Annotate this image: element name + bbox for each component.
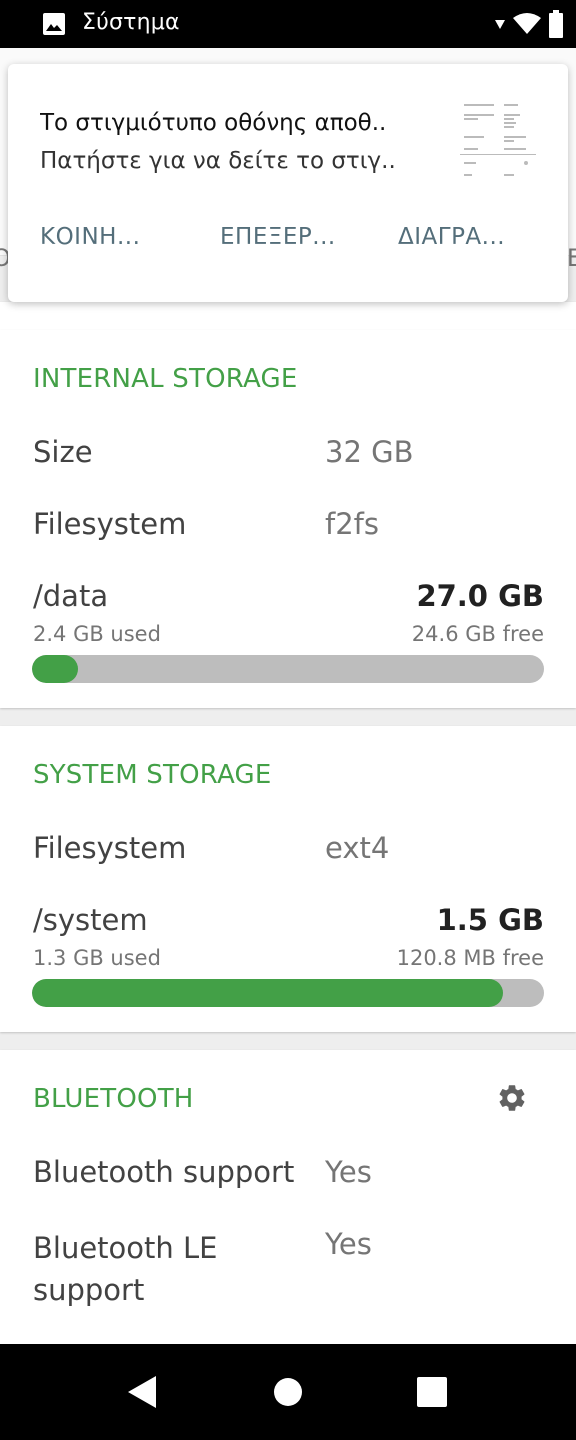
wifi-icon — [513, 13, 541, 34]
status-title: Σύστημα — [82, 10, 180, 35]
navigation-bar — [0, 1344, 576, 1440]
share-action-button[interactable]: ΚΟΙΝΗ... — [40, 224, 140, 250]
system-usage-fill — [32, 979, 504, 1007]
system-mount-total: 1.5 GB — [436, 903, 544, 937]
bluetooth-card: BLUETOOTH Bluetooth support Yes Bluetoot… — [0, 1050, 576, 1344]
tab-peek-right[interactable]: E — [567, 244, 576, 272]
filesystem-label: Filesystem — [33, 507, 187, 541]
bluetooth-support-label: Bluetooth support — [33, 1155, 295, 1189]
data-usage-fill — [32, 655, 79, 683]
home-icon[interactable] — [272, 1374, 304, 1410]
system-storage-header: SYSTEM STORAGE — [33, 760, 272, 790]
signal-arrow-icon — [495, 20, 505, 29]
battery-icon — [549, 10, 563, 38]
system-filesystem-value: ext4 — [325, 831, 390, 865]
data-mount-free: 24.6 GB free — [411, 622, 544, 646]
bluetooth-le-value: Yes — [325, 1227, 372, 1261]
screenshot-notification[interactable]: Το στιγμιότυπο οθόνης αποθ.. Πατήστε για… — [8, 64, 568, 302]
size-label: Size — [33, 435, 93, 469]
bluetooth-le-label: Bluetooth LE support — [33, 1231, 218, 1307]
system-storage-card: SYSTEM STORAGE Filesystem ext4 /system 1… — [0, 726, 576, 1032]
internal-storage-card: INTERNAL STORAGE Size 32 GB Filesystem f… — [0, 330, 576, 708]
notification-actions: ΚΟΙΝΗ... ΕΠΕΞΕΡ... ΔΙΑΓΡΑ... — [8, 224, 568, 264]
bluetooth-support-value: Yes — [325, 1155, 372, 1189]
data-mount-name: /data — [33, 579, 109, 613]
image-icon — [43, 13, 65, 35]
previous-card — [0, 302, 576, 330]
delete-action-button[interactable]: ΔΙΑΓΡΑ... — [398, 224, 505, 250]
gear-icon[interactable] — [496, 1082, 528, 1114]
status-icons — [494, 10, 564, 38]
size-value: 32 GB — [325, 435, 414, 469]
screenshot-thumbnail — [460, 98, 542, 178]
system-mount-free: 120.8 MB free — [396, 946, 544, 970]
internal-storage-header: INTERNAL STORAGE — [33, 364, 298, 394]
status-bar: Σύστημα — [0, 0, 576, 48]
system-filesystem-label: Filesystem — [33, 831, 187, 865]
notification-text: Πατήστε για να δείτε το στιγ.. — [40, 148, 396, 174]
edit-action-button[interactable]: ΕΠΕΞΕΡ... — [220, 224, 336, 250]
data-mount-used: 2.4 GB used — [33, 622, 161, 646]
bluetooth-header: BLUETOOTH — [33, 1084, 194, 1114]
back-icon[interactable] — [126, 1374, 158, 1410]
data-mount-total: 27.0 GB — [416, 579, 544, 613]
filesystem-value: f2fs — [325, 507, 379, 541]
notification-title: Το στιγμιότυπο οθόνης αποθ.. — [40, 110, 387, 136]
data-usage-bar — [32, 655, 544, 683]
recents-icon[interactable] — [416, 1374, 448, 1410]
system-mount-used: 1.3 GB used — [33, 946, 161, 970]
system-mount-name: /system — [33, 903, 148, 937]
system-usage-bar — [32, 979, 544, 1007]
